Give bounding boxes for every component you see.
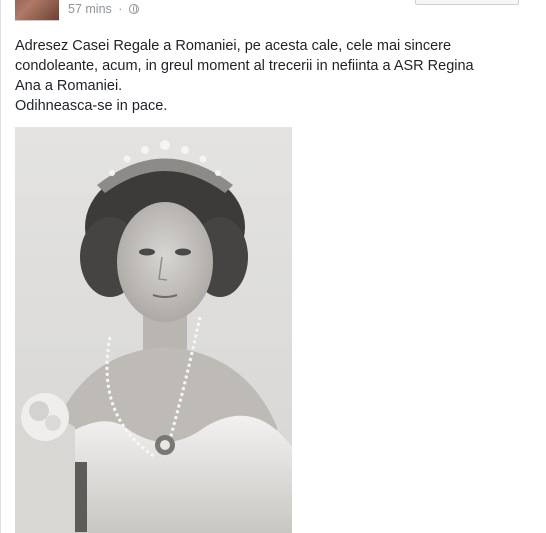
portrait-image bbox=[15, 127, 292, 533]
message-line: Ana a Romaniei. bbox=[15, 78, 123, 94]
message-line: Adresez Casei Regale a Romaniei, pe aces… bbox=[15, 38, 452, 54]
message-line: Odihneasca-se in pace. bbox=[15, 98, 168, 114]
post-meta: 57 mins · bbox=[68, 2, 139, 16]
post-timestamp[interactable]: 57 mins bbox=[68, 2, 112, 16]
facebook-post: 57 mins · Adresez Casei Regale a Romanie… bbox=[0, 0, 546, 533]
meta-separator: · bbox=[118, 2, 123, 16]
message-line: condoleante, acum, in greul moment al tr… bbox=[15, 58, 474, 74]
post-message: Adresez Casei Regale a Romaniei, pe aces… bbox=[15, 36, 535, 116]
post-photo[interactable] bbox=[15, 127, 292, 533]
author-avatar[interactable] bbox=[15, 0, 59, 21]
globe-icon[interactable] bbox=[128, 4, 139, 14]
post-options-button[interactable] bbox=[415, 0, 519, 5]
